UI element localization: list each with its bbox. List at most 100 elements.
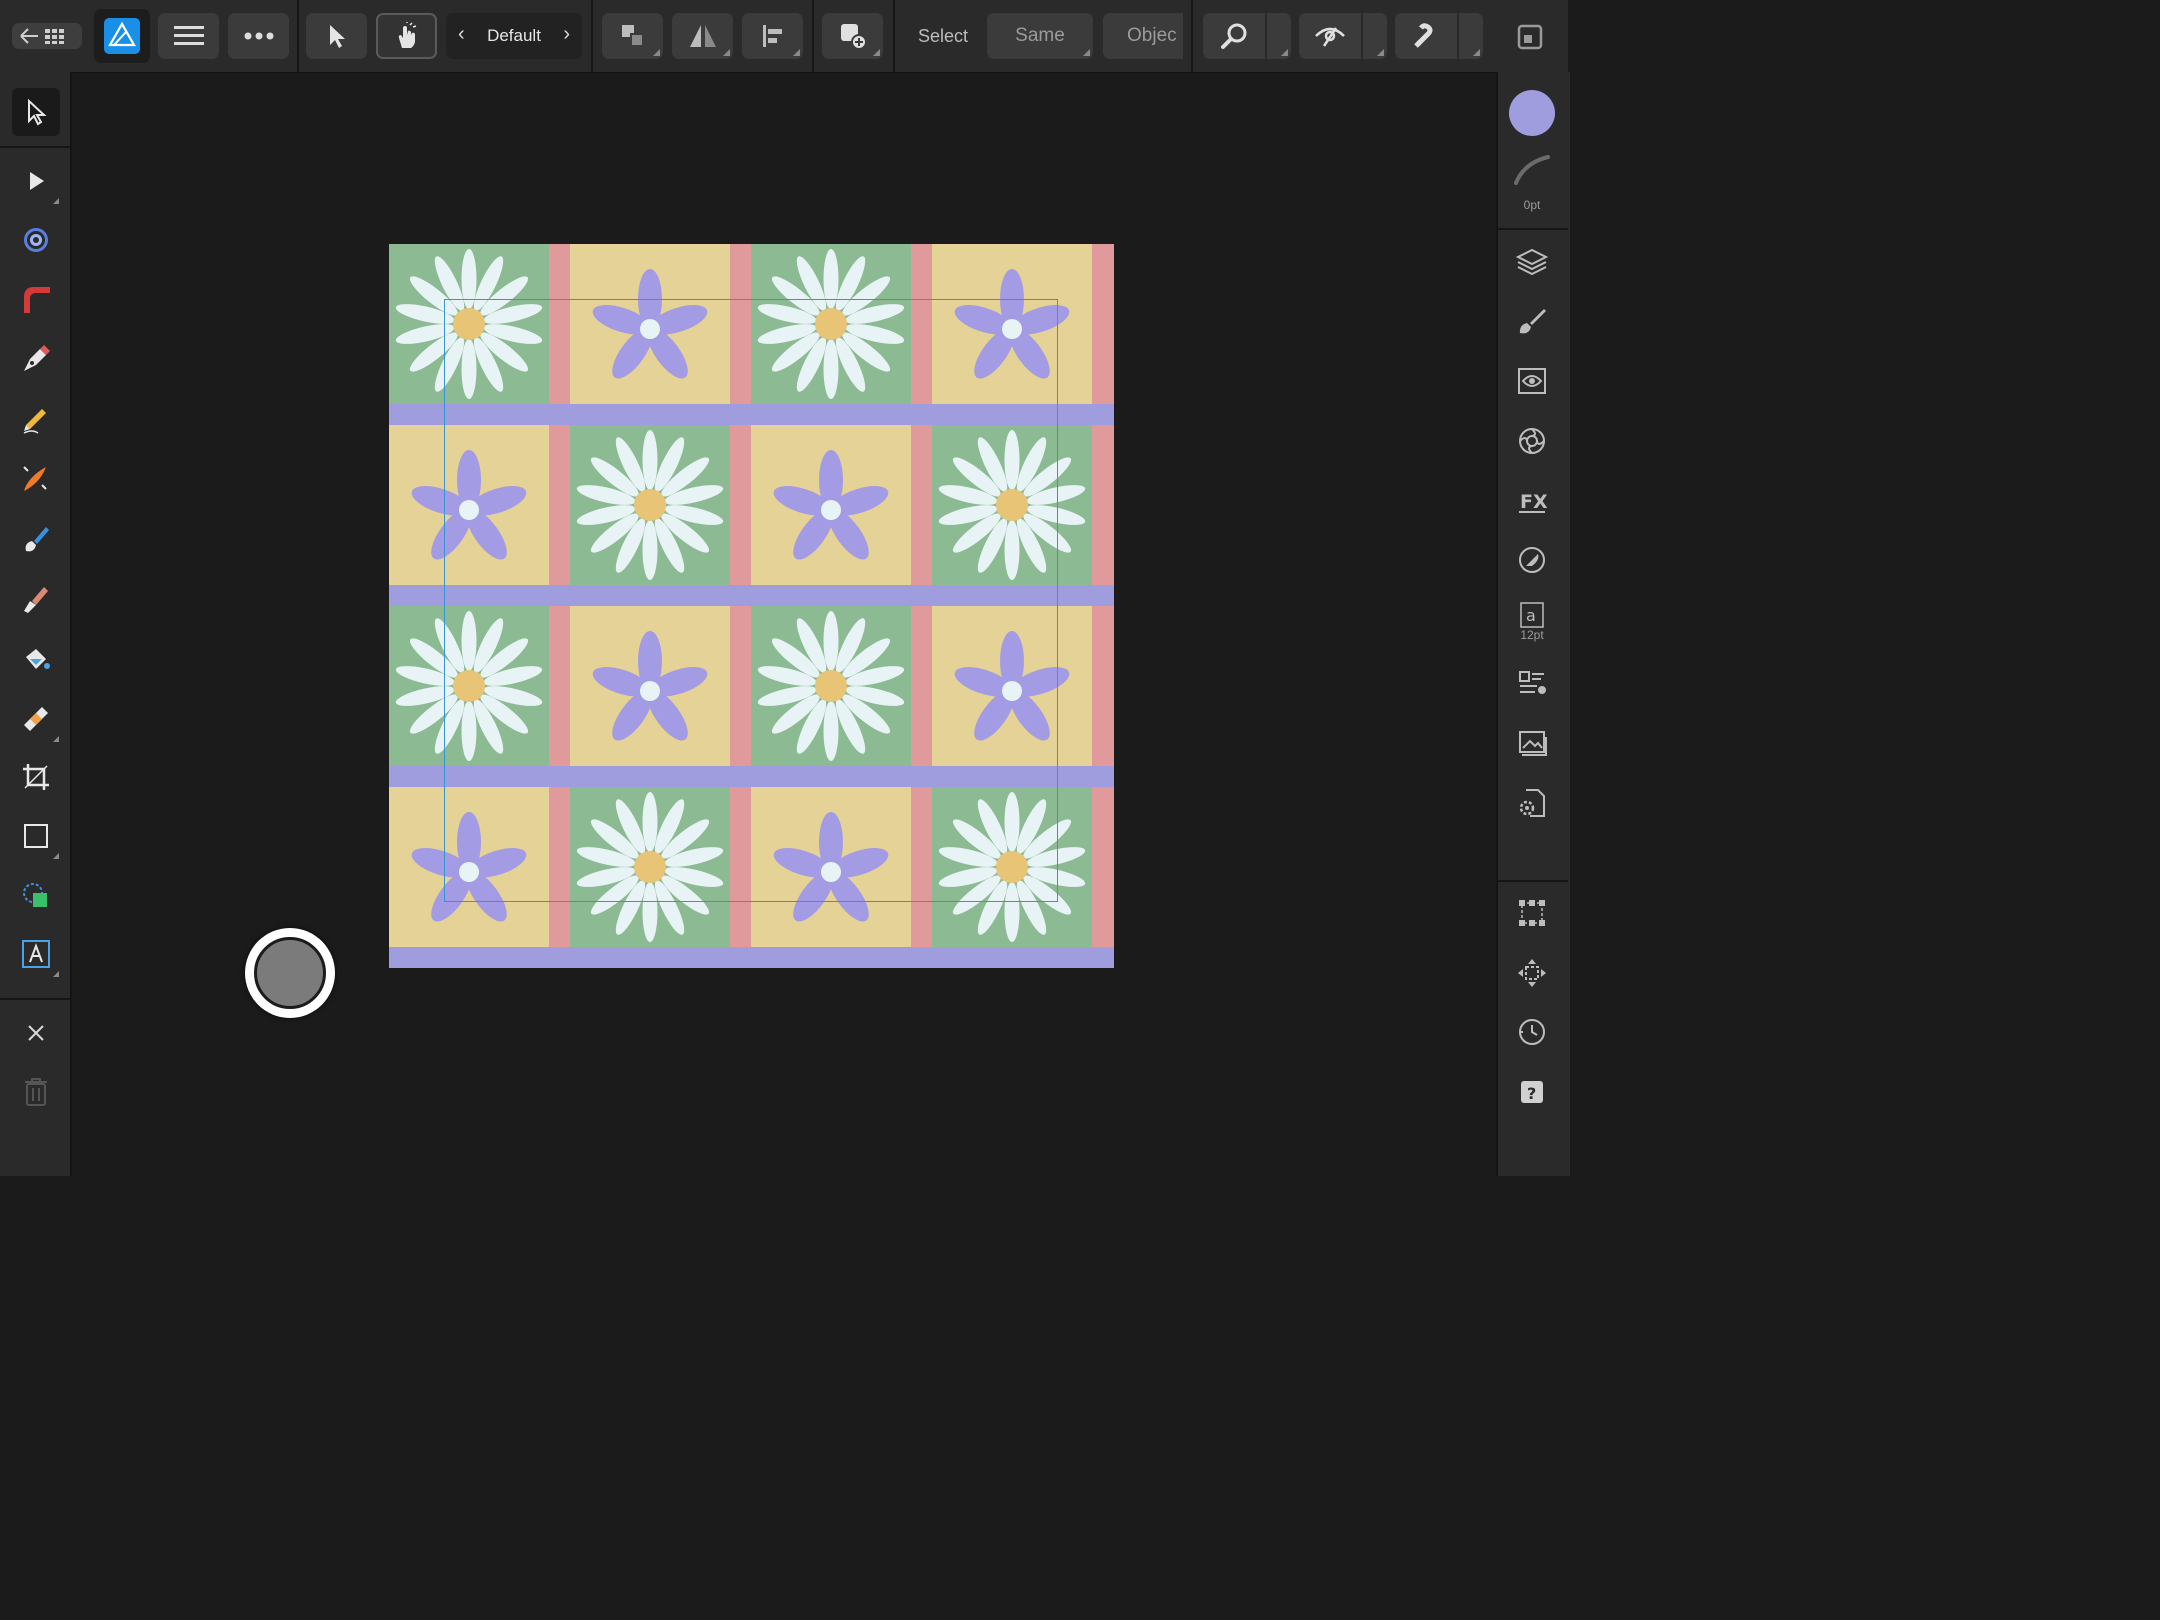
arrange-button[interactable] — [602, 13, 663, 59]
styles-studio-button[interactable] — [1511, 539, 1553, 581]
pencil-icon — [23, 409, 46, 434]
transparency-tool[interactable] — [12, 695, 60, 743]
view-options-button[interactable] — [1363, 13, 1387, 59]
pen-tool[interactable] — [12, 335, 60, 383]
styles-icon — [1519, 547, 1545, 573]
align-button[interactable] — [742, 13, 803, 59]
crop-icon — [23, 764, 49, 790]
select-same-button[interactable]: Same — [987, 13, 1093, 59]
insert-icon — [840, 24, 867, 50]
snapping-button[interactable] — [1395, 13, 1457, 59]
star-flower-tile — [570, 244, 730, 404]
crop-tool[interactable] — [12, 753, 60, 801]
pen-nib-icon — [24, 345, 50, 371]
stroke-swatch[interactable] — [1511, 148, 1553, 190]
selection-mode-button[interactable] — [306, 13, 367, 59]
pencil-tool[interactable] — [12, 395, 60, 443]
fill-color-swatch[interactable] — [1509, 90, 1555, 136]
navigator-studio-button[interactable] — [1511, 952, 1553, 994]
toolbar-divider — [591, 0, 593, 72]
move-tool-icon — [329, 25, 345, 48]
help-button[interactable]: ? — [1511, 1071, 1553, 1113]
close-button[interactable] — [12, 1009, 60, 1057]
rectangle-tool[interactable] — [12, 812, 60, 860]
snapping-options-button[interactable] — [1459, 13, 1483, 59]
tools-divider — [0, 146, 70, 148]
view-mode-icon — [1315, 27, 1345, 47]
toolbar-divider — [893, 0, 895, 72]
node-tool[interactable] — [12, 157, 60, 205]
pixel-brush-tool[interactable] — [12, 575, 60, 623]
align-icon — [762, 25, 782, 47]
effects-studio-button[interactable]: FX — [1511, 480, 1553, 522]
color-wheel-icon — [1519, 428, 1545, 454]
color-studio-button[interactable] — [1511, 420, 1553, 462]
text-tool[interactable] — [12, 930, 60, 978]
star-flower-tile — [932, 244, 1092, 404]
appearance-studio-button[interactable] — [1511, 360, 1553, 402]
pointer-icon — [28, 98, 47, 126]
star-flower-tile — [751, 425, 911, 585]
move-tool[interactable] — [12, 88, 60, 136]
preset-prev-arrow[interactable]: ‹ — [458, 23, 465, 46]
transform-icon — [1519, 900, 1545, 926]
text-styles-studio-button[interactable] — [1511, 662, 1553, 704]
star-flower-tile — [932, 606, 1092, 766]
delete-button[interactable] — [12, 1068, 60, 1116]
fullscreen-icon — [1517, 24, 1543, 50]
stroke-curve-icon — [1514, 155, 1550, 185]
preset-next-arrow[interactable]: › — [563, 23, 570, 46]
assets-studio-button[interactable] — [1511, 722, 1553, 764]
flip-icon — [689, 25, 716, 47]
toolbar-divider — [812, 0, 814, 72]
stroke-width-label: 0pt — [1523, 198, 1541, 212]
command-controller[interactable] — [245, 928, 335, 1018]
zoom-button[interactable] — [1203, 13, 1265, 59]
daisy-tile — [932, 787, 1092, 947]
insert-button[interactable] — [822, 13, 883, 59]
view-mode-button[interactable] — [1299, 13, 1361, 59]
preset-selector[interactable]: ‹ Default › — [446, 13, 582, 59]
main-menu-button[interactable] — [158, 13, 219, 59]
preset-label: Default — [487, 26, 541, 45]
toolbar-divider — [297, 0, 299, 72]
daisy-tile — [751, 244, 911, 404]
persona-designer-button[interactable] — [94, 9, 150, 63]
text-styles-icon — [1519, 671, 1546, 694]
daisy-tile — [389, 244, 549, 404]
shape-builder-tool[interactable] — [12, 872, 60, 920]
history-clock-icon — [1519, 1019, 1545, 1045]
document-settings-button[interactable] — [1511, 782, 1553, 824]
brush-tool[interactable] — [12, 515, 60, 563]
star-flower-tile — [389, 787, 549, 947]
zoom-options-button[interactable] — [1267, 13, 1291, 59]
contour-tool[interactable] — [12, 216, 60, 264]
corner-tool[interactable] — [12, 275, 60, 323]
touch-mode-button[interactable] — [376, 13, 437, 59]
daisy-tile — [932, 425, 1092, 585]
fill-brush-icon — [24, 587, 48, 613]
star-flower-tile — [389, 425, 549, 585]
transform-studio-button[interactable] — [1511, 892, 1553, 934]
flip-button[interactable] — [672, 13, 733, 59]
trash-icon — [25, 1078, 47, 1106]
daisy-tile — [570, 787, 730, 947]
document-artwork[interactable] — [389, 244, 1114, 968]
fullscreen-button[interactable] — [1515, 22, 1545, 52]
more-options-button[interactable] — [228, 13, 289, 59]
daisy-tile — [751, 606, 911, 766]
select-object-button[interactable]: Objec — [1103, 13, 1183, 59]
layers-studio-button[interactable] — [1511, 241, 1553, 283]
panel-divider — [1498, 880, 1568, 882]
back-to-gallery-button[interactable] — [12, 23, 82, 49]
vector-brush-tool[interactable] — [12, 455, 60, 503]
hamburger-menu-icon — [173, 26, 204, 45]
star-flower-tile — [570, 606, 730, 766]
select-object-label: Objec — [1127, 25, 1177, 46]
brushes-studio-button[interactable] — [1511, 300, 1553, 342]
snapping-magnet-icon — [1414, 23, 1433, 48]
history-studio-button[interactable] — [1511, 1011, 1553, 1053]
fill-tool[interactable] — [12, 635, 60, 683]
move-arrows-icon — [1518, 959, 1546, 987]
controller-button[interactable] — [254, 937, 326, 1009]
